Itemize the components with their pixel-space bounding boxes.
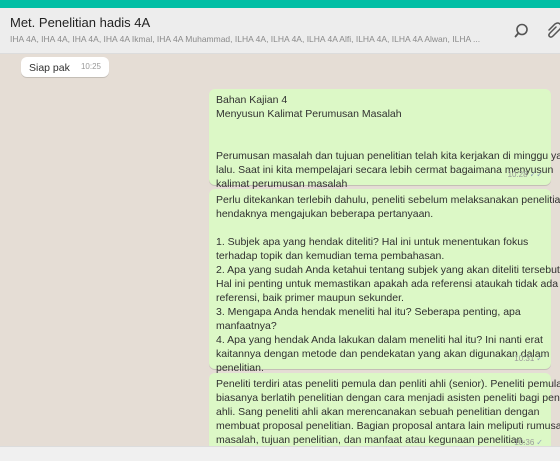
message-time: 10:25 [81,60,101,74]
message-line [216,121,544,135]
message-list[interactable]: Siap pak 10:25 Bahan Kajian 4 Menyusun Ka… [0,54,560,446]
timestamp: 10:31 [514,354,535,363]
message-line: ahli. Sang peneliti ahli akan merencanak… [216,406,540,418]
delivery-check-icon: ✓✓ [529,170,543,179]
chat-header[interactable]: Met. Penelitian hadis 4A IHA 4A, IHA 4A,… [0,8,560,54]
compose-bar[interactable] [0,446,560,461]
message-text: Perlu ditekankan terlebih dahulu, peneli… [216,193,560,375]
message-line: Peneliti terdiri atas peneliti pemula da… [216,378,560,390]
delivery-check-icon: ✓ [536,354,543,363]
message-line: hendaknya mengajukan beberapa pertanyaan… [216,208,434,220]
chat-title[interactable]: Met. Penelitian hadis 4A [10,15,150,30]
message-line: membuat proposal penelitian. Bagian prop… [216,420,560,432]
message-line: 4. Apa yang hendak Anda lakukan dalam me… [216,334,543,346]
message-line: Menyusun Kalimat Perumusan Masalah [216,108,402,120]
message-line: 2. Apa yang sudah Anda ketahui tentang s… [216,264,560,276]
message-bubble[interactable]: Siap pak 10:25 [21,57,109,77]
message-bubble[interactable]: Bahan Kajian 4 Menyusun Kalimat Perumusan… [209,89,560,190]
message-line: 3. Mengapa Anda hendak meneliti hal itu?… [216,306,521,318]
message-line: Hal ini penting untuk memastikan apakah … [216,278,559,290]
message-line: lalu. Saat ini kita mempelajari secara l… [216,164,554,176]
timestamp: 10:25 [80,62,101,71]
timestamp: 10:28 [507,170,528,179]
search-icon[interactable] [514,22,532,40]
message-text: Peneliti terdiri atas peneliti pemula da… [216,377,560,446]
app-top-bar [0,0,560,8]
message-bubble[interactable]: Perlu ditekankan terlebih dahulu, peneli… [209,189,560,374]
message-line: Perumusan masalah dan tujuan penelitian … [216,150,560,162]
message-line: masalah, tujuan penelitian, dan manfaat … [216,434,526,446]
paperclip-icon[interactable] [546,22,560,40]
message-line: kaitannya dengan metode dan pendekatan y… [216,348,550,360]
message-line [216,135,544,149]
message-time: 10:36 ✓ [514,436,543,446]
message-line: Bahan Kajian 4 [216,94,288,106]
message-text: Bahan Kajian 4 Menyusun Kalimat Perumusan… [216,93,560,191]
timestamp: 10:36 [514,438,535,446]
message-line: 1. Subjek apa yang hendak diteliti? Hal … [216,236,529,248]
message-line: referensi, baik primer maupun sekunder. [216,292,404,304]
message-bubble[interactable]: Peneliti terdiri atas peneliti pemula da… [209,373,560,446]
message-line: terhadap topik dan kemudian tema pembaha… [216,250,445,262]
message-time: 10:31 ✓ [514,352,543,366]
message-line [216,221,544,235]
message-line: manfaatnya? [216,320,277,332]
message-line: biasanya berlatih penelitian dengan cara… [216,392,560,404]
message-time: 10:28 ✓✓ [508,168,543,182]
delivery-check-icon: ✓ [536,438,543,446]
message-line: Perlu ditekankan terlebih dahulu, peneli… [216,194,560,206]
chat-members[interactable]: IHA 4A, IHA 4A, IHA 4A, IHA 4A Ikmal, IH… [10,34,490,44]
